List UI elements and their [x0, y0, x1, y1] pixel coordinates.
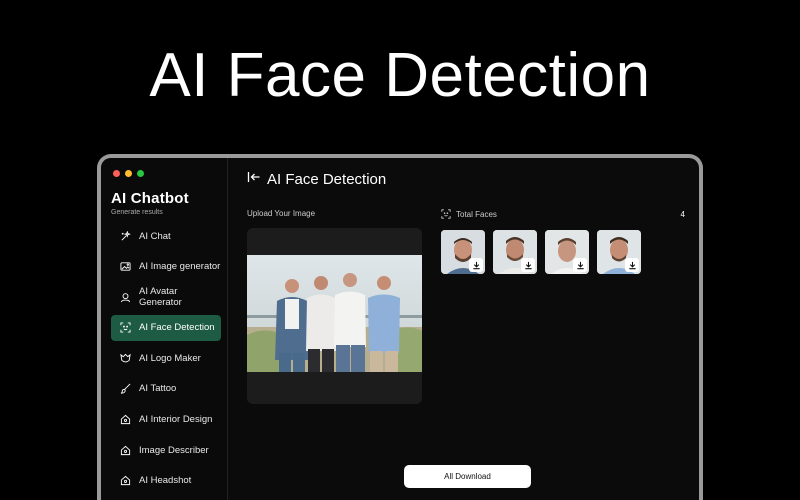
- image-icon: [119, 261, 131, 273]
- download-all-button[interactable]: All Download: [404, 465, 531, 488]
- sidebar-item-ai-face-detection[interactable]: AI Face Detection: [111, 314, 221, 341]
- sidebar-nav: AI Chat AI Image generator AI Avatar Gen…: [111, 223, 221, 498]
- maximize-window-button[interactable]: [137, 170, 144, 177]
- sidebar-item-label: AI Face Detection: [139, 322, 215, 334]
- minimize-window-button[interactable]: [125, 170, 132, 177]
- window-controls: [113, 170, 144, 177]
- download-icon: [628, 261, 636, 269]
- download-icon: [524, 261, 532, 269]
- faces-label: Total Faces: [456, 209, 497, 219]
- sparkle-icon: [119, 230, 131, 242]
- sidebar-item-ai-headshot[interactable]: AI Headshot: [111, 468, 221, 494]
- home-icon: [119, 475, 131, 487]
- page-header: AI Face Detection: [247, 170, 386, 189]
- back-arrow-icon[interactable]: [247, 170, 261, 189]
- uploaded-photo: [247, 255, 422, 372]
- sidebar-item-label: AI Avatar Generator: [139, 286, 182, 309]
- avatar-icon: [119, 291, 131, 303]
- upload-label: Upload Your Image: [247, 209, 316, 218]
- sidebar-item-image-describer[interactable]: Image Describer: [111, 437, 221, 463]
- sidebar: AI Chatbot Generate results AI Chat AI I…: [101, 158, 228, 500]
- sidebar-item-label: AI Tattoo: [139, 383, 177, 395]
- detected-face[interactable]: [597, 230, 641, 274]
- sidebar-item-ai-avatar-generator[interactable]: AI Avatar Generator: [111, 284, 221, 310]
- sidebar-item-ai-interior-design[interactable]: AI Interior Design: [111, 407, 221, 433]
- sidebar-item-ai-chat[interactable]: AI Chat: [111, 223, 221, 249]
- sidebar-item-label: AI Headshot: [139, 475, 192, 487]
- brand-name: AI Chatbot: [111, 190, 189, 207]
- sidebar-item-label: AI Logo Maker: [139, 352, 201, 364]
- face-scan-icon: [441, 209, 451, 219]
- face-scan-icon: [119, 322, 131, 334]
- sidebar-item-label: Image Describer: [139, 444, 209, 456]
- app-window: AI Chatbot Generate results AI Chat AI I…: [97, 154, 703, 500]
- upload-dropzone[interactable]: [247, 228, 422, 404]
- brand-subtitle: Generate results: [111, 209, 163, 216]
- close-window-button[interactable]: [113, 170, 120, 177]
- sidebar-item-ai-logo-maker[interactable]: AI Logo Maker: [111, 345, 221, 371]
- logo-icon: [119, 352, 131, 364]
- brush-icon: [119, 383, 131, 395]
- sidebar-item-ai-image-generator[interactable]: AI Image generator: [111, 254, 221, 280]
- sidebar-item-label: AI Interior Design: [139, 414, 213, 426]
- faces-header: Total Faces 4: [441, 209, 685, 219]
- hero-title: AI Face Detection: [149, 41, 651, 110]
- faces-count: 4: [680, 209, 685, 219]
- detected-face[interactable]: [441, 230, 485, 274]
- home-icon: [119, 444, 131, 456]
- download-face-button[interactable]: [573, 258, 587, 272]
- download-face-button[interactable]: [521, 258, 535, 272]
- detected-face[interactable]: [493, 230, 537, 274]
- download-icon: [472, 261, 480, 269]
- sidebar-item-ai-tattoo[interactable]: AI Tattoo: [111, 376, 221, 402]
- download-icon: [576, 261, 584, 269]
- sidebar-item-label: AI Image generator: [139, 261, 221, 273]
- detected-faces-list: [441, 230, 641, 274]
- download-face-button[interactable]: [469, 258, 483, 272]
- detected-face[interactable]: [545, 230, 589, 274]
- page-title: AI Face Detection: [267, 171, 387, 188]
- download-face-button[interactable]: [625, 258, 639, 272]
- home-icon: [119, 414, 131, 426]
- sidebar-item-label: AI Chat: [139, 230, 171, 242]
- brand: AI Chatbot Generate results: [111, 190, 189, 216]
- main-panel: AI Face Detection Upload Your Image Tota…: [229, 158, 699, 500]
